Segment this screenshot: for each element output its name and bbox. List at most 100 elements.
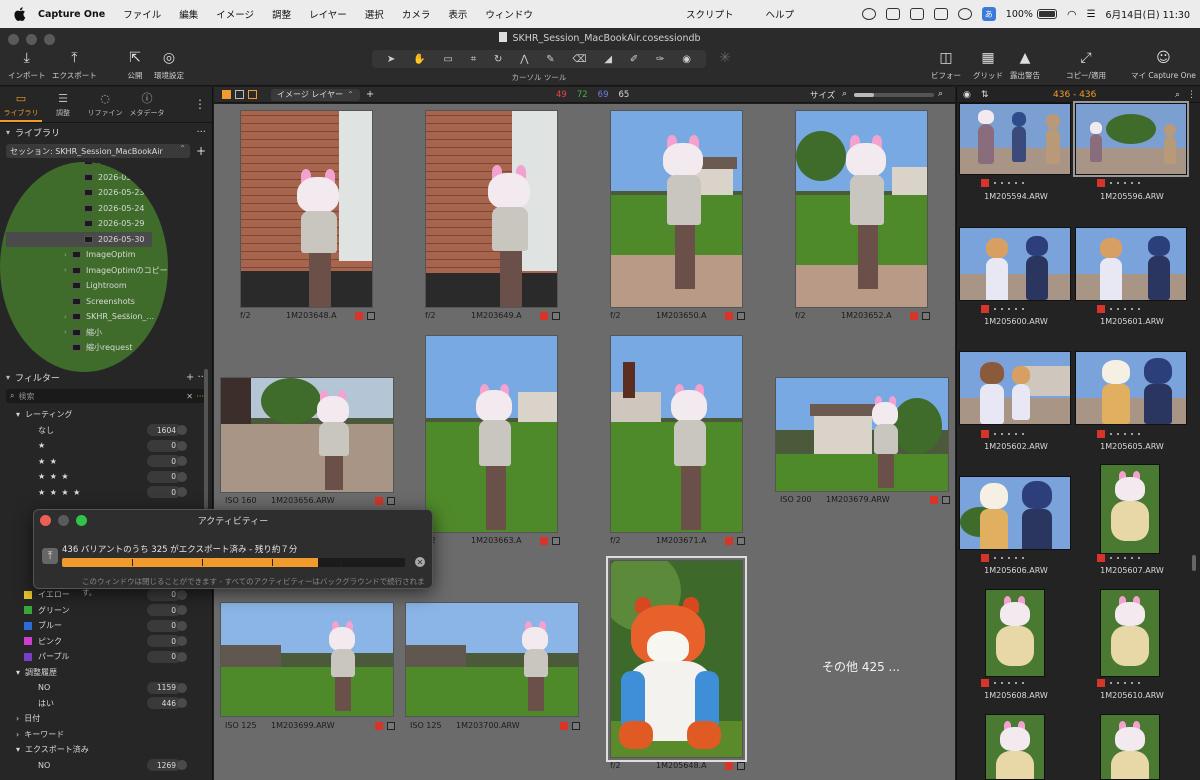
- filmstrip-thumbnail[interactable]: [959, 103, 1071, 175]
- red-color-tag[interactable]: [725, 311, 733, 320]
- add-layer-icon[interactable]: +: [366, 89, 374, 100]
- status-dropbox-icon[interactable]: [885, 8, 900, 20]
- tree-item-date[interactable]: 2026-05-23: [0, 185, 168, 201]
- filmstrip-view-icon[interactable]: [248, 90, 257, 99]
- tree-item-folder[interactable]: Lightroom: [0, 278, 168, 294]
- more-options-icon[interactable]: ⋮: [194, 97, 206, 111]
- red-color-tag[interactable]: [981, 679, 989, 687]
- mask-brush-icon[interactable]: ✎: [546, 54, 554, 65]
- disclosure-icon[interactable]: ›: [64, 266, 72, 274]
- exported-group-header[interactable]: ▾ エクスポート済み: [0, 742, 212, 758]
- before-after-button[interactable]: ◫ ビフォー: [931, 50, 961, 81]
- thumbnail-image[interactable]: [405, 602, 579, 717]
- menu-layer[interactable]: レイヤー: [309, 7, 347, 21]
- more-items-label[interactable]: その他 425 ...: [822, 658, 900, 675]
- filmstrip-scrollbar[interactable]: [1192, 555, 1196, 571]
- annotation-pen-icon[interactable]: ✑: [656, 54, 664, 65]
- red-color-tag[interactable]: [1097, 305, 1105, 313]
- menu-view[interactable]: 表示: [448, 7, 467, 21]
- tree-item-date-selected[interactable]: 2026-05-30: [6, 231, 152, 247]
- tree-item-folder[interactable]: › 縮小: [0, 325, 168, 341]
- thumbnail-image[interactable]: [425, 110, 558, 308]
- menu-file[interactable]: ファイル: [123, 7, 161, 21]
- rating-filter-2[interactable]: ★ ★ 0: [0, 454, 212, 470]
- tab-refine[interactable]: ◌ リファイン: [84, 87, 126, 122]
- red-color-tag[interactable]: [375, 721, 383, 730]
- thumbnail-image[interactable]: [425, 335, 558, 533]
- date-group-header[interactable]: › 日付: [0, 711, 212, 727]
- app-menu[interactable]: Capture One: [38, 9, 105, 20]
- red-color-tag[interactable]: [1097, 679, 1105, 687]
- keystone-cursor-icon[interactable]: ⋀: [520, 54, 528, 65]
- grid-button[interactable]: ▦ グリッド: [973, 50, 1003, 81]
- disclosure-icon[interactable]: ›: [64, 313, 72, 321]
- rating-filter-none[interactable]: なし 1604: [0, 423, 212, 439]
- battery-status[interactable]: 100%: [1006, 9, 1057, 20]
- tab-adjust[interactable]: ☰ 調整: [42, 87, 84, 122]
- eraser-icon[interactable]: ⌫: [572, 54, 586, 65]
- status-app-icon[interactable]: [909, 8, 924, 20]
- history-filter-no[interactable]: NO 1159: [0, 680, 212, 696]
- filmstrip-thumbnail[interactable]: [1075, 351, 1187, 425]
- menu-script[interactable]: スクリプト: [686, 7, 734, 21]
- cancel-export-icon[interactable]: ✕: [415, 557, 425, 567]
- menu-help[interactable]: ヘルプ: [766, 7, 795, 21]
- red-color-tag[interactable]: [540, 536, 548, 545]
- clear-search-icon[interactable]: ✕: [186, 392, 193, 401]
- menu-adjust[interactable]: 調整: [272, 7, 291, 21]
- history-filter-yes[interactable]: はい 446: [0, 696, 212, 712]
- control-center-icon[interactable]: ☰: [1087, 9, 1096, 20]
- thumbnail-image[interactable]: [775, 377, 949, 492]
- tree-item-folder[interactable]: › SKHR_Session_... ♡: [0, 309, 168, 325]
- red-color-tag[interactable]: [560, 721, 568, 730]
- apple-icon[interactable]: [14, 7, 28, 21]
- red-color-tag[interactable]: [930, 495, 938, 504]
- zoom-in-icon[interactable]: ⌕: [938, 89, 943, 99]
- red-color-tag[interactable]: [981, 179, 989, 187]
- tree-item-date[interactable]: 2026-05-24: [0, 201, 168, 217]
- tree-item-date[interactable]: 2026-05-29: [0, 216, 168, 232]
- input-method-icon[interactable]: あ: [981, 7, 996, 21]
- filmstrip-thumbnail[interactable]: [1075, 227, 1187, 301]
- tab-library[interactable]: ▭ ライブラリ: [0, 87, 42, 122]
- color-filter-blue[interactable]: ブルー 0: [0, 618, 212, 634]
- tree-item-date[interactable]: 2026-05-22: [0, 170, 168, 186]
- tree-item-folder[interactable]: › ImageOptim: [0, 247, 168, 263]
- left-panel-scrollbar[interactable]: [204, 369, 208, 509]
- thumbnail-image[interactable]: [795, 110, 928, 308]
- favorite-heart-icon[interactable]: ♡: [122, 312, 129, 321]
- red-color-tag[interactable]: [725, 536, 733, 545]
- image-layer-select[interactable]: イメージ レイヤー ⌃: [271, 88, 360, 101]
- library-scrollbar[interactable]: [156, 340, 161, 360]
- red-color-tag[interactable]: [1097, 430, 1105, 438]
- keyword-group-header[interactable]: › キーワード: [0, 727, 212, 743]
- grid-view-icon[interactable]: [222, 90, 231, 99]
- gradient-mask-icon[interactable]: ◢: [604, 54, 612, 65]
- tree-item-folder[interactable]: Screenshots: [0, 294, 168, 310]
- tree-item-folder[interactable]: 縮小request: [0, 340, 168, 356]
- menu-edit[interactable]: 編集: [179, 7, 198, 21]
- rating-filter-1[interactable]: ★ 0: [0, 438, 212, 454]
- publish-button[interactable]: ⇱ 公開: [126, 50, 144, 81]
- color-picker-icon[interactable]: ◉: [682, 54, 691, 65]
- thumbnail-image[interactable]: [240, 110, 373, 308]
- color-filter-pink[interactable]: ピンク 0: [0, 634, 212, 650]
- red-color-tag[interactable]: [981, 305, 989, 313]
- disclosure-icon[interactable]: ›: [64, 251, 72, 259]
- rating-filter-3[interactable]: ★ ★ ★ 0: [0, 469, 212, 485]
- filter-search-input[interactable]: ⌕ 検索 ✕ ···: [6, 389, 207, 403]
- thumbnail-image[interactable]: [610, 335, 743, 533]
- tree-item-folder[interactable]: › ImageOptimのコピー: [0, 263, 168, 279]
- red-color-tag[interactable]: [981, 430, 989, 438]
- tree-item-date[interactable]: 2026-05-17: [0, 162, 168, 170]
- more-options-icon[interactable]: ⋮: [1187, 90, 1196, 100]
- search-icon[interactable]: ⌕: [1175, 90, 1180, 100]
- thumbnail-image-selected[interactable]: [606, 556, 747, 762]
- filmstrip-thumbnail[interactable]: [959, 351, 1071, 425]
- red-color-tag[interactable]: [1097, 179, 1105, 187]
- filter-section-header[interactable]: ▾ フィルター + ···: [0, 369, 212, 385]
- red-color-tag[interactable]: [725, 761, 733, 770]
- add-album-icon[interactable]: +: [196, 144, 206, 158]
- red-color-tag[interactable]: [375, 496, 383, 505]
- history-group-header[interactable]: ▾ 調整履歴: [0, 665, 212, 681]
